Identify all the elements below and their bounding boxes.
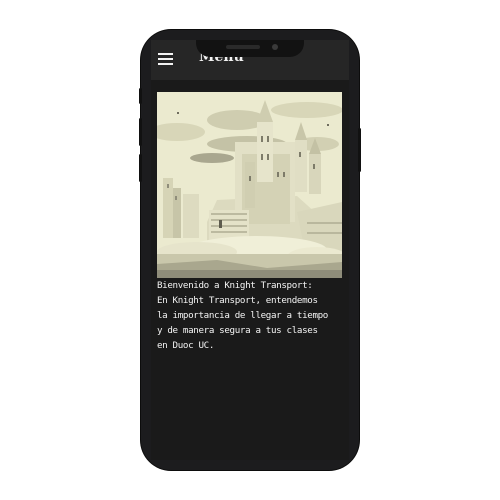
phone-power-button	[358, 128, 361, 172]
phone-volume-up-button	[139, 118, 142, 146]
castle-illustration	[157, 92, 342, 278]
phone-speaker	[226, 45, 260, 49]
welcome-paragraph-line: En Knight Transport, entendemos	[157, 295, 318, 306]
phone-volume-down-button	[139, 154, 142, 182]
phone-camera	[272, 44, 278, 50]
welcome-heading: Bienvenido a Knight Transport:	[157, 280, 313, 291]
phone-side-button	[139, 88, 142, 104]
castle-hero-image	[157, 92, 342, 278]
welcome-paragraph-line: y de manera segura a tus clases	[157, 325, 318, 336]
welcome-paragraph-line: en Duoc UC.	[157, 340, 214, 351]
welcome-text: Bienvenido a Knight Transport: En Knight…	[157, 278, 347, 353]
welcome-paragraph-line: la importancia de llegar a tiempo	[157, 310, 328, 321]
hamburger-icon[interactable]	[158, 53, 173, 65]
